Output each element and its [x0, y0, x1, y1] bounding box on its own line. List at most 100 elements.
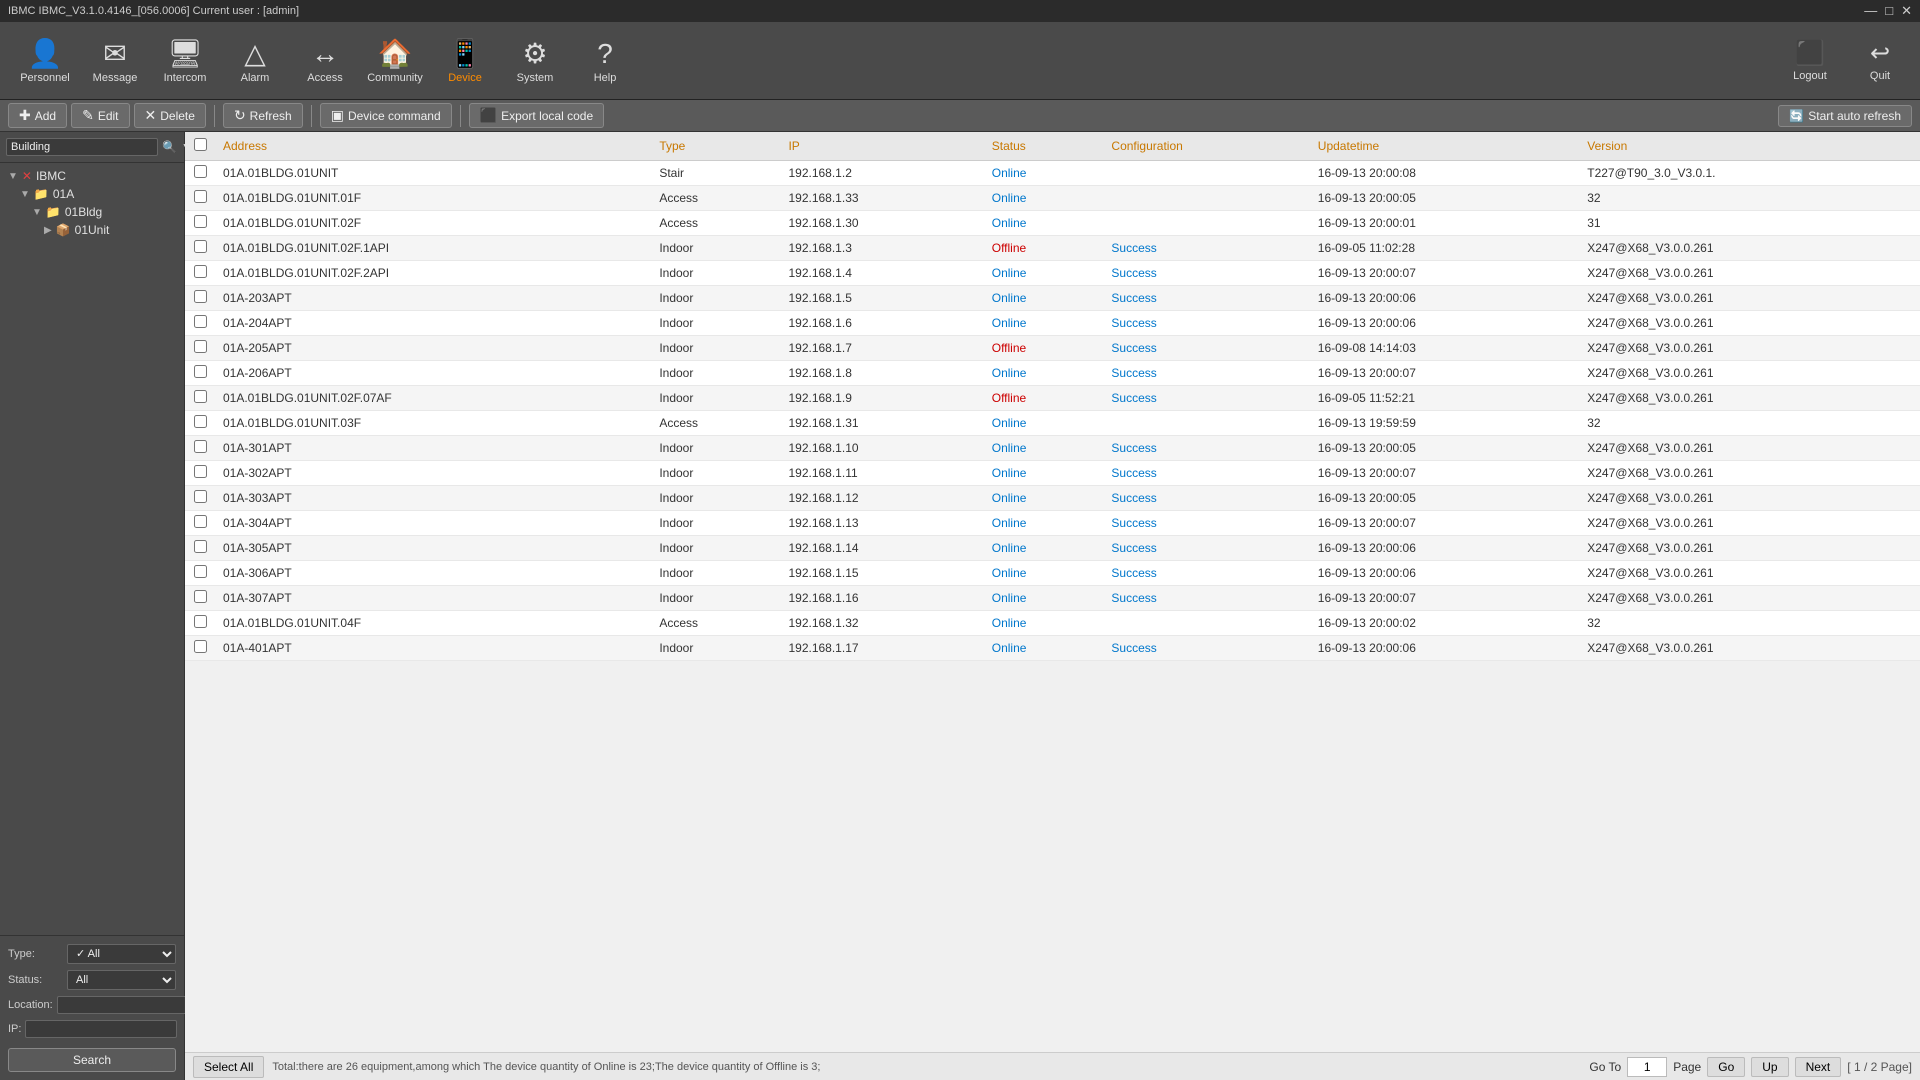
col-address[interactable]: Address: [215, 132, 651, 161]
row-type: Indoor: [651, 261, 780, 286]
row-checkbox[interactable]: [194, 540, 207, 553]
row-version: 31: [1579, 211, 1920, 236]
up-button[interactable]: Up: [1751, 1057, 1788, 1077]
row-type: Access: [651, 411, 780, 436]
access-icon: ↔: [311, 38, 339, 70]
quit-button[interactable]: ↩ Quit: [1850, 26, 1910, 96]
refresh-button[interactable]: ↻ Refresh: [223, 103, 303, 128]
row-checkbox[interactable]: [194, 365, 207, 378]
row-version: X247@X68_V3.0.0.261: [1579, 561, 1920, 586]
col-checkbox: [185, 132, 215, 161]
type-filter-label: Type:: [8, 948, 63, 960]
sidebar-search-area: 🔍 ▼: [0, 132, 184, 163]
minimize-button[interactable]: —: [1864, 3, 1877, 19]
row-checkbox[interactable]: [194, 190, 207, 203]
row-type: Access: [651, 211, 780, 236]
row-config: Success: [1103, 236, 1309, 261]
add-button[interactable]: ✚ Add: [8, 103, 67, 128]
row-checkbox[interactable]: [194, 415, 207, 428]
unit-icon-01unit: 📦: [56, 223, 71, 237]
row-updatetime: 16-09-13 20:00:05: [1310, 186, 1579, 211]
auto-refresh-button[interactable]: 🔄 Start auto refresh: [1778, 105, 1912, 127]
row-checkbox[interactable]: [194, 240, 207, 253]
nav-item-help[interactable]: ? Help: [570, 26, 640, 96]
nav-item-intercom[interactable]: 🖥 Intercom: [150, 26, 220, 96]
status-text: Total:there are 26 equipment,among which…: [272, 1061, 1581, 1073]
type-filter-select[interactable]: ✓ All Indoor Access Stair: [67, 944, 176, 964]
select-all-checkbox[interactable]: [194, 138, 207, 151]
close-button[interactable]: ✕: [1901, 3, 1912, 19]
status-filter-select[interactable]: All Online Offline: [67, 970, 176, 990]
nav-label-message: Message: [93, 72, 138, 84]
search-button[interactable]: Search: [8, 1048, 176, 1072]
window-controls: — □ ✕: [1864, 3, 1912, 19]
device-command-button[interactable]: ▣ Device command: [320, 103, 452, 128]
location-filter-row: Location:: [8, 996, 176, 1014]
row-status: Online: [984, 261, 1104, 286]
row-config: Success: [1103, 361, 1309, 386]
tree-item-01bldg[interactable]: ▼ 📁 01Bldg: [4, 203, 180, 221]
row-ip: 192.168.1.5: [780, 286, 983, 311]
message-icon: ✉: [103, 37, 126, 70]
nav-item-alarm[interactable]: △ Alarm: [220, 26, 290, 96]
tree-item-ibmc[interactable]: ▼ ✕ IBMC: [4, 167, 180, 185]
row-checkbox[interactable]: [194, 340, 207, 353]
nav-label-personnel: Personnel: [20, 72, 70, 84]
row-checkbox[interactable]: [194, 465, 207, 478]
row-version: X247@X68_V3.0.0.261: [1579, 386, 1920, 411]
export-button[interactable]: ⬛ Export local code: [469, 103, 605, 128]
table-row: 01A.01BLDG.01UNITStair192.168.1.2Online1…: [185, 161, 1920, 186]
row-checkbox[interactable]: [194, 590, 207, 603]
row-checkbox[interactable]: [194, 615, 207, 628]
tree-item-01a[interactable]: ▼ 📁 01A: [4, 185, 180, 203]
logout-button[interactable]: ⬛ Logout: [1780, 26, 1840, 96]
status-filter-row: Status: All Online Offline: [8, 970, 176, 990]
building-search-input[interactable]: [6, 138, 158, 156]
table-row: 01A-203APTIndoor192.168.1.5OnlineSuccess…: [185, 286, 1920, 311]
row-checkbox[interactable]: [194, 390, 207, 403]
delete-button[interactable]: ✕ Delete: [134, 103, 206, 128]
tree-arrow-01bldg: ▼: [32, 207, 42, 218]
nav-item-device[interactable]: 📱 Device: [430, 26, 500, 96]
col-version[interactable]: Version: [1579, 132, 1920, 161]
table-row: 01A-303APTIndoor192.168.1.12OnlineSucces…: [185, 486, 1920, 511]
table-row: 01A.01BLDG.01UNIT.02FAccess192.168.1.30O…: [185, 211, 1920, 236]
page-input[interactable]: [1627, 1057, 1667, 1077]
row-address: 01A-206APT: [215, 361, 651, 386]
col-type[interactable]: Type: [651, 132, 780, 161]
row-checkbox[interactable]: [194, 515, 207, 528]
row-config: Success: [1103, 586, 1309, 611]
nav-item-community[interactable]: 🏠 Community: [360, 26, 430, 96]
row-checkbox[interactable]: [194, 565, 207, 578]
select-all-button[interactable]: Select All: [193, 1056, 264, 1078]
row-updatetime: 16-09-13 20:00:05: [1310, 486, 1579, 511]
edit-button[interactable]: ✎ Edit: [71, 103, 129, 128]
nav-item-message[interactable]: ✉ Message: [80, 26, 150, 96]
nav-item-access[interactable]: ↔ Access: [290, 26, 360, 96]
nav-item-personnel[interactable]: 👤 Personnel: [10, 26, 80, 96]
go-button[interactable]: Go: [1707, 1057, 1745, 1077]
table-row: 01A-302APTIndoor192.168.1.11OnlineSucces…: [185, 461, 1920, 486]
row-checkbox[interactable]: [194, 290, 207, 303]
ip-filter-input[interactable]: [25, 1020, 177, 1038]
nav-item-system[interactable]: ⚙ System: [500, 26, 570, 96]
row-checkbox[interactable]: [194, 315, 207, 328]
row-checkbox[interactable]: [194, 440, 207, 453]
row-checkbox[interactable]: [194, 490, 207, 503]
folder-icon-01bldg: 📁: [46, 205, 61, 219]
col-ip[interactable]: IP: [780, 132, 983, 161]
row-updatetime: 16-09-13 20:00:01: [1310, 211, 1579, 236]
row-checkbox[interactable]: [194, 265, 207, 278]
row-status: Online: [984, 611, 1104, 636]
row-checkbox[interactable]: [194, 165, 207, 178]
refresh-icon: ↻: [234, 107, 246, 124]
tree-item-01unit[interactable]: ▶ 📦 01Unit: [4, 221, 180, 239]
row-checkbox[interactable]: [194, 215, 207, 228]
col-updatetime[interactable]: Updatetime: [1310, 132, 1579, 161]
col-configuration[interactable]: Configuration: [1103, 132, 1309, 161]
next-button[interactable]: Next: [1795, 1057, 1842, 1077]
table-row: 01A-301APTIndoor192.168.1.10OnlineSucces…: [185, 436, 1920, 461]
maximize-button[interactable]: □: [1885, 3, 1893, 19]
col-status[interactable]: Status: [984, 132, 1104, 161]
row-checkbox[interactable]: [194, 640, 207, 653]
